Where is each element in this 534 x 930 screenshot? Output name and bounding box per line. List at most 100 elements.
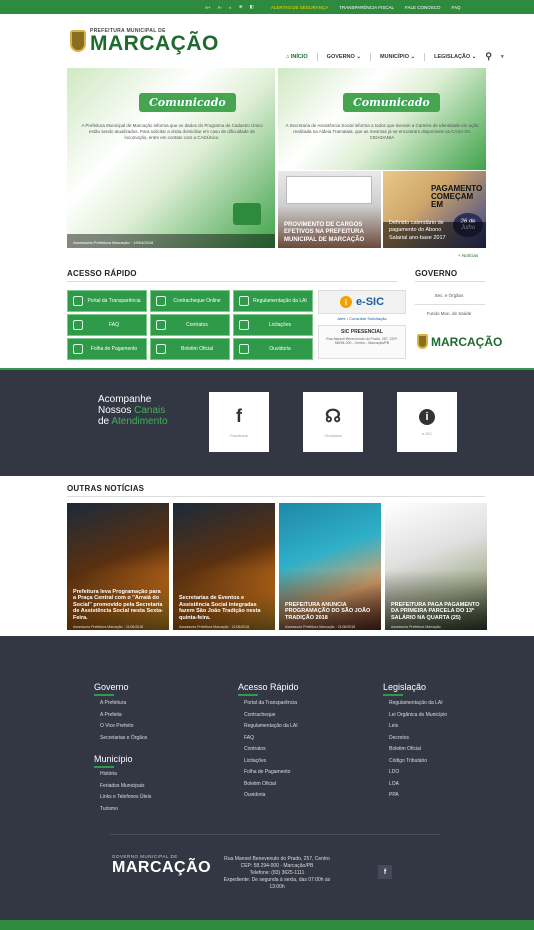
search-toggle-icon[interactable]: ▾: [501, 54, 504, 60]
quick-portal-transparencia-button[interactable]: Portal da Transparência: [67, 290, 147, 312]
quick-folha-pagamento-button[interactable]: Folha de Pagamento: [67, 338, 147, 360]
headset-icon: ☊: [325, 406, 341, 426]
ouvidoria-button[interactable]: ☊ Ouvidoria: [303, 392, 363, 452]
news-card-overlay: [385, 570, 487, 630]
accessibility-icon[interactable]: ⊕: [239, 4, 243, 10]
esic-button[interactable]: i e-SIC: [397, 392, 457, 452]
footer-link[interactable]: Código Tributário: [389, 758, 427, 764]
contratos-icon: [156, 320, 166, 330]
section-divider: [67, 281, 397, 282]
site-logo[interactable]: PREFEITURA MUNICIPAL DE MARCAÇÃO: [70, 28, 219, 54]
footer-link[interactable]: Lei Orgânica do Município: [389, 712, 447, 718]
quick-regulamentacao-lai-button[interactable]: Regulamentação da LAI: [233, 290, 313, 312]
footer-link[interactable]: Feriados Municipais: [100, 783, 144, 789]
slide-text: PROVIMENTO DE CARGOS EFETIVOS NA PREFEIT…: [284, 221, 365, 243]
footer-link[interactable]: Decretos: [389, 735, 409, 741]
esic-banner[interactable]: i e-SIC: [318, 290, 406, 314]
featured-slide-3[interactable]: PROVIMENTO DE CARGOS EFETIVOS NA PREFEIT…: [278, 171, 381, 248]
footer-link[interactable]: História: [100, 771, 117, 777]
footer-link[interactable]: Boletim Oficial: [244, 781, 276, 787]
regulamentacao-lai-icon: [239, 296, 249, 306]
search-icon[interactable]: ⚲: [485, 51, 492, 62]
faq-link[interactable]: FAQ: [451, 5, 460, 10]
facebook-button[interactable]: f Facebook: [209, 392, 269, 452]
footer-link[interactable]: PPA: [389, 792, 399, 798]
crest-icon: [70, 30, 86, 52]
esic-open-link[interactable]: Abrir / Consultar Solicitação: [318, 316, 406, 321]
footer-link[interactable]: Contratos: [244, 746, 266, 752]
footer-hours: Expediente: De segunda à sexta, das 07:0…: [223, 877, 331, 890]
news-card[interactable]: Prefeitura leva Programação para a Praça…: [67, 503, 169, 630]
footer-logo-big: MARCAÇÃO: [112, 859, 212, 876]
news-card-title: Prefeitura leva Programação para a Praça…: [73, 588, 163, 621]
footer-link[interactable]: FAQ: [244, 735, 254, 741]
featured-slide-2[interactable]: Comunicado A Secretaria de Assistência S…: [278, 68, 486, 170]
footer-facebook-icon[interactable]: f: [378, 865, 392, 879]
footer-link[interactable]: A Prefeita: [100, 712, 122, 718]
news-card[interactable]: PREFEITURA PAGA PAGAMENTO DA PRIMEIRA PA…: [385, 503, 487, 630]
featured-slide-1[interactable]: Comunicado A Prefeitura Municipal de Mar…: [67, 68, 275, 248]
quick-label: Licitações: [268, 322, 292, 328]
quick-label: FAQ: [108, 322, 119, 328]
font-increase-button[interactable]: A+: [205, 5, 211, 10]
contrast-button[interactable]: ◐: [229, 5, 232, 10]
footer-link[interactable]: O Vice Prefeito: [100, 723, 134, 729]
featured-slide-4[interactable]: PAGAMENTO COMEÇAM EM 26 de Julho Definid…: [383, 171, 486, 248]
nav-legislacao[interactable]: LEGISLAÇÃO ⌄: [434, 54, 476, 60]
news-card-meta: Assessoria Prefeitura Marcação · 21/06/2…: [179, 625, 250, 629]
footer-link[interactable]: Links e Telefones Úteis: [100, 794, 151, 800]
sic-presencial-box: SIC PRESENCIAL Rua Manoel Benevenuto do …: [318, 325, 406, 359]
footer-link[interactable]: Regulamentação da LAI: [244, 723, 298, 729]
footer-link[interactable]: LDO: [389, 769, 399, 775]
licitacoes-icon: [239, 320, 249, 330]
quick-ouvidoria-button[interactable]: Ouvidoria: [233, 338, 313, 360]
sitemap-button[interactable]: ◧: [250, 4, 254, 10]
news-card[interactable]: PREFEITURA ANUNCIA PROGRAMAÇÃO DO SÃO JO…: [279, 503, 381, 630]
contracheque-online-icon: [156, 296, 166, 306]
building-image: [233, 203, 261, 225]
info-icon: i: [419, 408, 435, 425]
gov-logo[interactable]: MARCAÇÃO: [417, 334, 502, 349]
quick-licitacoes-button[interactable]: Licitações: [233, 314, 313, 336]
boletim-oficial-icon: [156, 344, 166, 354]
gov-link-secretarias[interactable]: Sec. e Órgãos: [415, 293, 483, 298]
footer-link[interactable]: LOA: [389, 781, 399, 787]
security-alerts-link[interactable]: ALERTAS DE SEGURANÇA: [271, 5, 328, 10]
footer-link[interactable]: Contracheque: [244, 712, 275, 718]
quick-contratos-button[interactable]: Contratos: [150, 314, 230, 336]
logo-title: MARCAÇÃO: [90, 32, 219, 55]
nav-governo[interactable]: GOVERNO ⌄: [327, 54, 361, 60]
footer-legislacao-title: Legislação: [383, 682, 427, 692]
footer-link[interactable]: A Prefeitura: [100, 700, 126, 706]
footer-link[interactable]: Regulamentação da LAI: [389, 700, 443, 706]
footer-governo-title: Governo: [94, 682, 129, 692]
quick-contracheque-online-button[interactable]: Contracheque Online: [150, 290, 230, 312]
document-image: [286, 176, 372, 204]
nav-inicio[interactable]: ⌂ INÍCIO: [286, 54, 308, 60]
footer-link[interactable]: Portal da Transparência: [244, 700, 297, 706]
news-card[interactable]: Secretarias de Eventos e Assistência Soc…: [173, 503, 275, 630]
contact-link[interactable]: FALE CONOSCO: [405, 5, 441, 10]
footer-logo[interactable]: GOVERNO MUNICIPAL DE MARCAÇÃO: [112, 854, 211, 877]
main-nav: ⌂ INÍCIO GOVERNO ⌄ MUNICÍPIO ⌄ LEGISLAÇÃ…: [286, 51, 504, 62]
footer-link[interactable]: Ouvidoria: [244, 792, 265, 798]
footer-link[interactable]: Secretarias e Órgãos: [100, 735, 147, 741]
nav-divider: [369, 52, 371, 61]
footer-link[interactable]: Licitações: [244, 758, 266, 764]
footer-link[interactable]: Folha de Pagamento: [244, 769, 290, 775]
gov-link-fundo-saude[interactable]: Fundo Mun. de Saúde: [415, 311, 483, 316]
footer-contact: Rua Manoel Benevenuto do Prado, 257, Cen…: [222, 856, 332, 891]
more-news-link[interactable]: + Notícias: [458, 253, 478, 258]
font-decrease-button[interactable]: A-: [218, 5, 223, 10]
fiscal-transparency-link[interactable]: TRANSPARÊNCIA FISCAL: [339, 5, 394, 10]
footer-link[interactable]: Leis: [389, 723, 398, 729]
nav-municipio[interactable]: MUNICÍPIO ⌄: [380, 54, 415, 60]
footer-link[interactable]: Turismo: [100, 806, 118, 812]
folha-pagamento-icon: [73, 344, 83, 354]
slide-headline: PAGAMENTO COMEÇAM EM: [431, 184, 483, 209]
quick-boletim-oficial-button[interactable]: Boletim Oficial: [150, 338, 230, 360]
quick-label: Contratos: [186, 322, 208, 328]
footer-title-underline: [94, 766, 114, 768]
quick-faq-button[interactable]: FAQ: [67, 314, 147, 336]
footer-link[interactable]: Boletim Oficial: [389, 746, 421, 752]
